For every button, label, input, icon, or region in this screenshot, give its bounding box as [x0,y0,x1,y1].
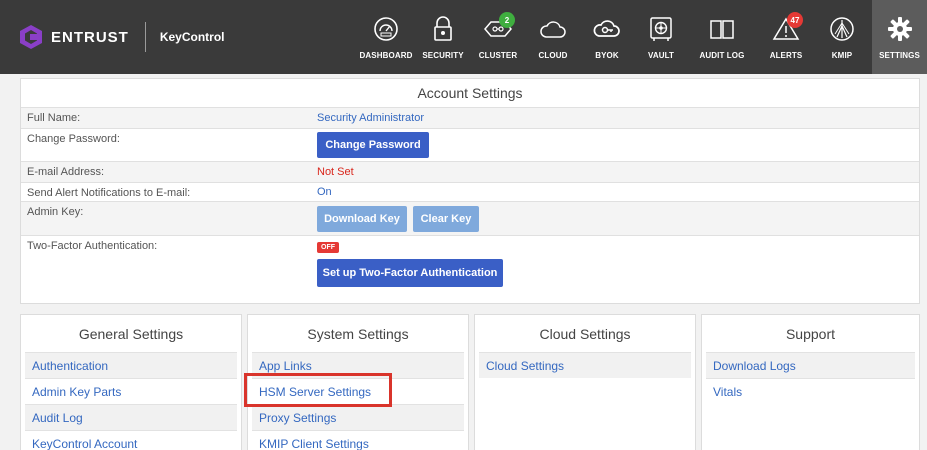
brand-divider [144,22,146,52]
product-name: KeyControl [159,30,225,44]
admin-key-row: Admin Key: Download Key Clear Key [21,201,919,235]
hsm-server-settings-highlight [244,373,392,407]
gear-icon [885,14,915,44]
link-proxy-settings[interactable]: Proxy Settings [252,404,464,430]
vault-icon [646,14,676,44]
support-panel: Support Download Logs Vitals [701,314,920,450]
alert-notification-value[interactable]: On [317,186,332,198]
nav-label: ALERTS [769,51,803,60]
two-factor-row: Two-Factor Authentication: OFF Set up Tw… [21,235,919,301]
alerts-count-badge: 47 [787,12,803,28]
email-label: E-mail Address: [27,166,105,178]
top-navigation-bar: ENTRUST KeyControl DASHBOARD SECURITY 2 … [0,0,927,74]
two-factor-status-badge: OFF [317,242,339,253]
link-audit-log[interactable]: Audit Log [25,404,237,430]
alert-notification-row: Send Alert Notifications to E-mail: On [21,182,919,201]
general-settings-title: General Settings [78,326,184,342]
admin-key-label: Admin Key: [27,206,84,218]
change-password-button[interactable]: Change Password [317,132,429,158]
download-key-button[interactable]: Download Key [317,206,407,232]
account-settings-title: Account Settings [417,85,523,101]
nav-byok[interactable]: BYOK [582,0,632,74]
nav-label: DASHBOARD [359,51,413,60]
lock-icon [428,14,458,44]
cloud-settings-panel: Cloud Settings Cloud Settings [474,314,696,450]
nav-dashboard[interactable]: DASHBOARD [356,0,416,74]
cloud-key-icon [592,14,622,44]
nav-label: BYOK [595,51,619,60]
link-kmip-client-settings[interactable]: KMIP Client Settings [252,430,464,450]
change-password-row: Change Password: Change Password [21,128,919,161]
link-cloud-settings[interactable]: Cloud Settings [479,352,691,378]
brand-name: ENTRUST [51,28,129,46]
nav-audit-log[interactable]: AUDIT LOG [691,0,753,74]
nav-kmip[interactable]: KMIP [816,0,868,74]
nav-settings[interactable]: SETTINGS [872,0,927,74]
clear-key-button[interactable]: Clear Key [413,206,479,232]
email-value[interactable]: Not Set [317,166,354,178]
general-settings-panel: General Settings Authentication Admin Ke… [20,314,242,450]
cloud-icon [538,14,568,44]
alert-notification-label: Send Alert Notifications to E-mail: [27,187,191,199]
cluster-count-badge: 2 [499,12,515,28]
setup-two-factor-button[interactable]: Set up Two-Factor Authentication [317,259,503,287]
email-row: E-mail Address: Not Set [21,161,919,182]
nav-label: CLUSTER [478,51,518,60]
link-vitals[interactable]: Vitals [706,378,915,404]
cluster-icon: 2 [483,12,515,44]
full-name-label: Full Name: [27,112,81,124]
account-settings-panel: Account Settings Full Name: Security Adm… [20,78,920,304]
nav-label: SECURITY [422,51,464,60]
dashboard-icon [371,14,401,44]
full-name-row: Full Name: Security Administrator [21,107,919,128]
kmip-icon [827,14,857,44]
nav-alerts[interactable]: 47 ALERTS [760,0,812,74]
change-password-label: Change Password: [27,133,120,145]
nav-label: KMIP [831,51,853,60]
link-authentication[interactable]: Authentication [25,352,237,378]
nav-security[interactable]: SECURITY [418,0,468,74]
link-admin-key-parts[interactable]: Admin Key Parts [25,378,237,404]
entrust-logo-icon [20,25,42,49]
nav-label: CLOUD [538,51,568,60]
link-keycontrol-account[interactable]: KeyControl Account [25,430,237,450]
nav-cloud[interactable]: CLOUD [528,0,578,74]
support-title: Support [785,326,836,342]
book-icon [707,14,737,44]
nav-label: AUDIT LOG [699,51,745,60]
nav-vault[interactable]: VAULT [636,0,686,74]
nav-label: SETTINGS [879,51,920,60]
nav-cluster[interactable]: 2 CLUSTER [472,0,524,74]
full-name-value[interactable]: Security Administrator [317,112,424,124]
two-factor-label: Two-Factor Authentication: [27,240,158,252]
nav-label: VAULT [648,51,674,60]
warning-icon: 47 [771,12,803,44]
system-settings-title: System Settings [307,326,409,342]
link-download-logs[interactable]: Download Logs [706,352,915,378]
brand[interactable]: ENTRUST KeyControl [18,22,225,52]
cloud-settings-title: Cloud Settings [539,326,631,342]
